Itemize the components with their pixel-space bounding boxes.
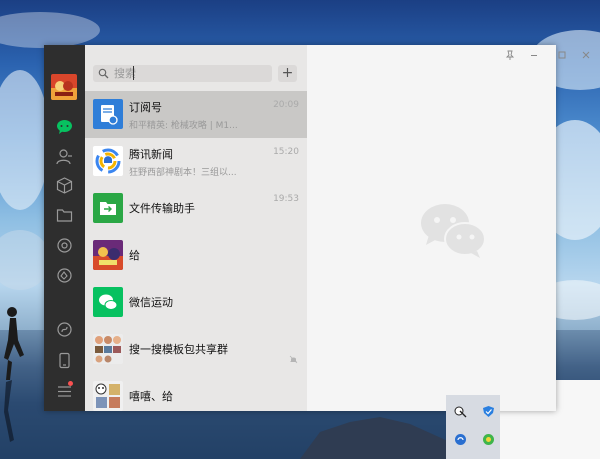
chat-item-file-transfer[interactable]: 文件传输助手 19:53 [85, 185, 307, 232]
wechat-logo-icon [421, 204, 486, 258]
chat-name: 微信运动 [129, 296, 173, 309]
mini-programs-panel-icon[interactable] [56, 321, 73, 338]
contacts-icon[interactable] [56, 148, 73, 165]
search-icon [98, 68, 109, 79]
chat-name: 给 [129, 249, 140, 262]
collections-icon[interactable] [56, 177, 73, 194]
chat-name: 订阅号 [129, 101, 162, 114]
chat-main-panel [307, 45, 590, 411]
moments-icon[interactable] [56, 237, 73, 254]
sidebar [44, 45, 85, 411]
group-avatar [93, 334, 123, 364]
chat-item-tencent-news[interactable]: 腾讯新闻 狂野西部神剧本！三组以... 15:20 [85, 138, 307, 185]
file-transfer-icon [93, 193, 123, 223]
files-icon[interactable] [56, 207, 73, 224]
chat-name: 文件传输助手 [129, 202, 195, 215]
tray-green-icon[interactable] [482, 433, 495, 446]
minimize-icon[interactable] [528, 49, 540, 61]
tencent-news-icon [93, 146, 123, 176]
security-shield-icon[interactable] [482, 405, 495, 418]
tray-app-icon[interactable] [454, 405, 467, 418]
tray-blue-icon[interactable] [454, 433, 467, 446]
start-group-chat-button[interactable]: + [278, 65, 297, 82]
chat-time: 15:20 [273, 147, 299, 157]
wechat-sport-icon [93, 287, 123, 317]
chat-item-contact-gei[interactable]: 给 [85, 232, 307, 279]
mute-icon [289, 355, 298, 364]
chat-item-group-xixi[interactable]: 嘻嘻、给 [85, 373, 307, 411]
chat-icon[interactable] [56, 118, 73, 135]
subscription-icon [93, 99, 123, 129]
chat-preview: 狂野西部神剧本！三组以... [129, 168, 237, 178]
close-icon[interactable] [580, 49, 592, 61]
chat-name: 嘻嘻、给 [129, 390, 173, 403]
chat-name: 搜一搜模板包共享群 [129, 343, 228, 356]
runner-silhouette [4, 307, 24, 442]
maximize-icon[interactable] [556, 49, 568, 61]
chat-item-wechat-sport[interactable]: 微信运动 [85, 279, 307, 326]
chat-time: 20:09 [273, 100, 299, 110]
chat-list-panel: 搜索 + 订阅号 和平精英: 枪械攻略 | M1... 20:09 腾讯新闻 狂… [85, 45, 307, 411]
menu-notification-dot [68, 381, 73, 386]
chat-preview: 和平精英: 枪械攻略 | M1... [129, 121, 238, 131]
profile-avatar[interactable] [51, 74, 77, 100]
mini-program-icon[interactable] [56, 267, 73, 284]
chat-item-group-templates[interactable]: 搜一搜模板包共享群 [85, 326, 307, 373]
chat-item-subscriptions[interactable]: 订阅号 和平精英: 枪械攻略 | M1... 20:09 [85, 91, 307, 138]
chat-name: 腾讯新闻 [129, 148, 173, 161]
pin-icon[interactable] [504, 49, 516, 61]
system-tray-overflow [446, 395, 500, 459]
chat-time: 19:53 [273, 194, 299, 204]
group-avatar-2 [93, 381, 123, 411]
user-avatar [93, 240, 123, 270]
island-silhouette [300, 417, 450, 459]
wechat-window: 搜索 + 订阅号 和平精英: 枪械攻略 | M1... 20:09 腾讯新闻 狂… [44, 45, 590, 411]
search-input[interactable]: 搜索 [93, 65, 272, 82]
text-cursor [133, 66, 134, 80]
phone-icon[interactable] [56, 352, 73, 369]
